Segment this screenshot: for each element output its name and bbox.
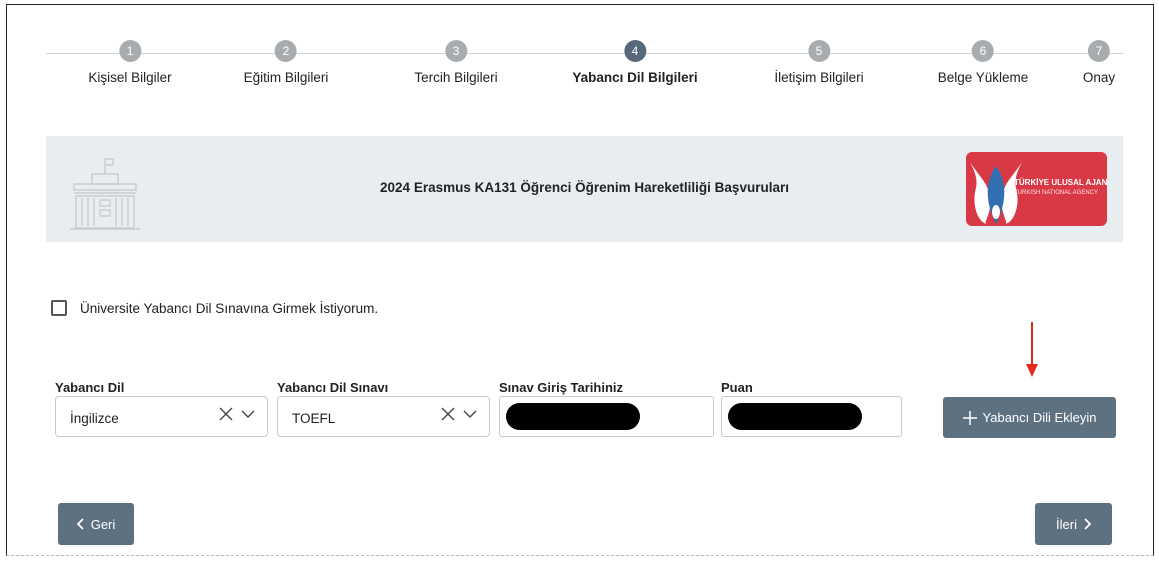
score-input[interactable] <box>721 396 902 437</box>
step-confirmation[interactable]: 7 Onay <box>1083 40 1115 85</box>
redacted-value <box>506 403 640 430</box>
step-label: Yabancı Dil Bilgileri <box>572 70 698 85</box>
chevron-down-icon[interactable] <box>241 409 255 419</box>
step-label: İletişim Bilgileri <box>774 70 864 85</box>
step-personal-info[interactable]: 1 Kişisel Bilgiler <box>88 40 172 85</box>
step-label: Onay <box>1082 70 1116 85</box>
step-number: 5 <box>808 40 830 62</box>
language-label: Yabancı Dil <box>55 380 125 395</box>
step-number: 2 <box>275 40 297 62</box>
logo-text-main: TÜRKİYE ULUSAL AJANSI <box>1014 178 1107 187</box>
logo-text-sub: TURKISH NATIONAL AGENCY <box>1014 190 1099 196</box>
language-select-value: İngilizce <box>70 411 119 426</box>
clear-icon[interactable] <box>219 407 233 421</box>
tulip-icon <box>970 162 1022 224</box>
back-label: Geri <box>90 516 116 532</box>
chevron-right-icon <box>1084 518 1091 530</box>
chevron-left-icon <box>76 518 84 530</box>
program-banner: 2024 Erasmus KA131 Öğrenci Öğrenim Harek… <box>46 136 1123 242</box>
progress-stepper: 1 Kişisel Bilgiler 2 Eğitim Bilgileri 3 … <box>46 40 1124 100</box>
step-number: 1 <box>119 40 141 62</box>
step-number: 7 <box>1088 40 1110 62</box>
score-label: Puan <box>721 380 753 395</box>
exam-checkbox[interactable] <box>51 300 67 316</box>
step-number: 6 <box>972 40 994 62</box>
step-number: 3 <box>445 40 467 62</box>
exam-label: Yabancı Dil Sınavı <box>277 380 389 395</box>
exam-checkbox-row[interactable]: Üniversite Yabancı Dil Sınavına Girmek İ… <box>51 300 378 316</box>
step-label: Kişisel Bilgiler <box>88 70 172 85</box>
step-contact-info[interactable]: 5 İletişim Bilgileri <box>774 40 864 85</box>
step-label: Belge Yükleme <box>937 70 1029 85</box>
exam-select-value: TOEFL <box>292 411 336 426</box>
step-number: 4 <box>623 40 646 62</box>
exam-date-input[interactable] <box>499 396 714 437</box>
exam-select[interactable]: TOEFL <box>277 396 490 437</box>
add-language-button[interactable]: Yabancı Dili Ekleyin <box>943 397 1116 438</box>
step-label: Tercih Bilgileri <box>414 70 498 85</box>
step-document-upload[interactable]: 6 Belge Yükleme <box>937 40 1029 85</box>
add-language-label: Yabancı Dili Ekleyin <box>982 410 1097 425</box>
next-button[interactable]: İleri <box>1035 503 1112 545</box>
step-education-info[interactable]: 2 Eğitim Bilgileri <box>243 40 329 85</box>
exam-checkbox-label: Üniversite Yabancı Dil Sınavına Girmek İ… <box>80 300 379 316</box>
step-preference-info[interactable]: 3 Tercih Bilgileri <box>414 40 498 85</box>
redacted-value <box>728 403 862 430</box>
plus-icon <box>962 410 977 425</box>
chevron-down-icon[interactable] <box>463 409 477 419</box>
exam-date-label: Sınav Giriş Tarihiniz <box>499 380 624 395</box>
step-foreign-language-info[interactable]: 4 Yabancı Dil Bilgileri <box>572 40 698 85</box>
next-label: İleri <box>1056 516 1077 532</box>
back-button[interactable]: Geri <box>58 503 134 545</box>
red-arrow-icon <box>1026 322 1038 377</box>
national-agency-logo: TÜRKİYE ULUSAL AJANSI TURKISH NATIONAL A… <box>966 152 1107 226</box>
clear-icon[interactable] <box>441 407 455 421</box>
step-label: Eğitim Bilgileri <box>243 70 329 85</box>
language-select[interactable]: İngilizce <box>55 396 268 437</box>
banner-title: 2024 Erasmus KA131 Öğrenci Öğrenim Harek… <box>380 180 789 195</box>
